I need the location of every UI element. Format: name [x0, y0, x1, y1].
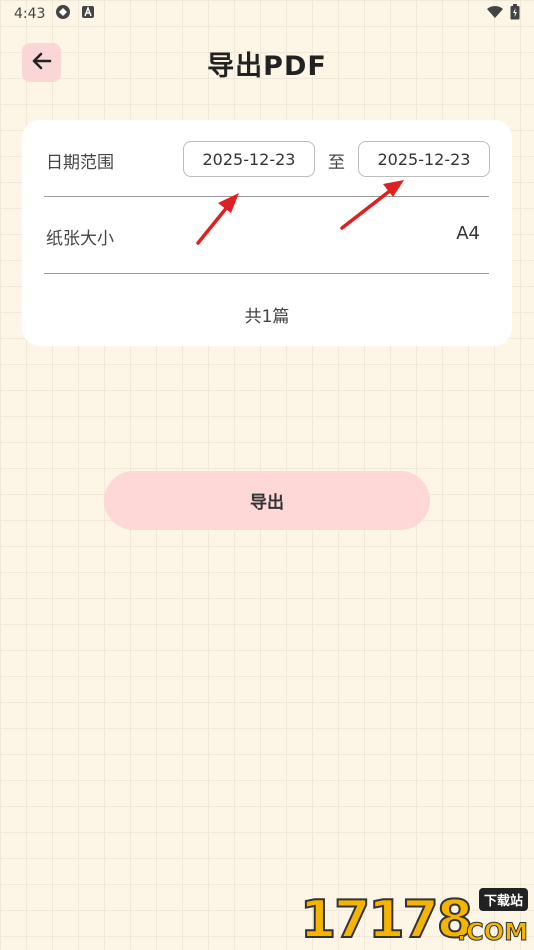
- to-label: 至: [328, 153, 345, 173]
- start-date-field[interactable]: 2025-12-23: [183, 141, 315, 177]
- paper-size-label: 纸张大小: [46, 229, 114, 249]
- export-settings-card: 日期范围 2025-12-23 至 2025-12-23 纸张大小 A4 共1篇: [22, 120, 512, 346]
- a-notification-icon: [81, 5, 95, 23]
- watermark-number: 17178: [299, 890, 474, 950]
- watermark-tag: 下载站: [478, 888, 528, 911]
- page-title: 导出PDF: [207, 51, 327, 82]
- status-right: [486, 4, 520, 24]
- divider: [44, 196, 489, 197]
- article-count: 共1篇: [244, 307, 290, 327]
- paper-size-row[interactable]: 纸张大小 A4: [22, 198, 512, 272]
- divider: [44, 273, 489, 274]
- battery-icon: [510, 4, 520, 24]
- paper-size-value: A4: [456, 223, 480, 244]
- status-time: 4:43: [14, 6, 46, 22]
- end-date-value: 2025-12-23: [377, 149, 471, 169]
- wifi-icon: [486, 5, 504, 23]
- site-watermark-logo: 17178 下载站 .COM: [299, 888, 529, 950]
- end-date-field[interactable]: 2025-12-23: [358, 141, 490, 177]
- export-button-label: 导出: [250, 493, 284, 513]
- sync-icon: [55, 4, 71, 24]
- date-range-label: 日期范围: [46, 153, 114, 173]
- status-left: 4:43: [14, 4, 95, 24]
- start-date-value: 2025-12-23: [202, 149, 296, 169]
- watermark-domain: .COM: [456, 918, 528, 946]
- export-button[interactable]: 导出: [104, 471, 430, 530]
- status-bar: 4:43: [0, 0, 534, 28]
